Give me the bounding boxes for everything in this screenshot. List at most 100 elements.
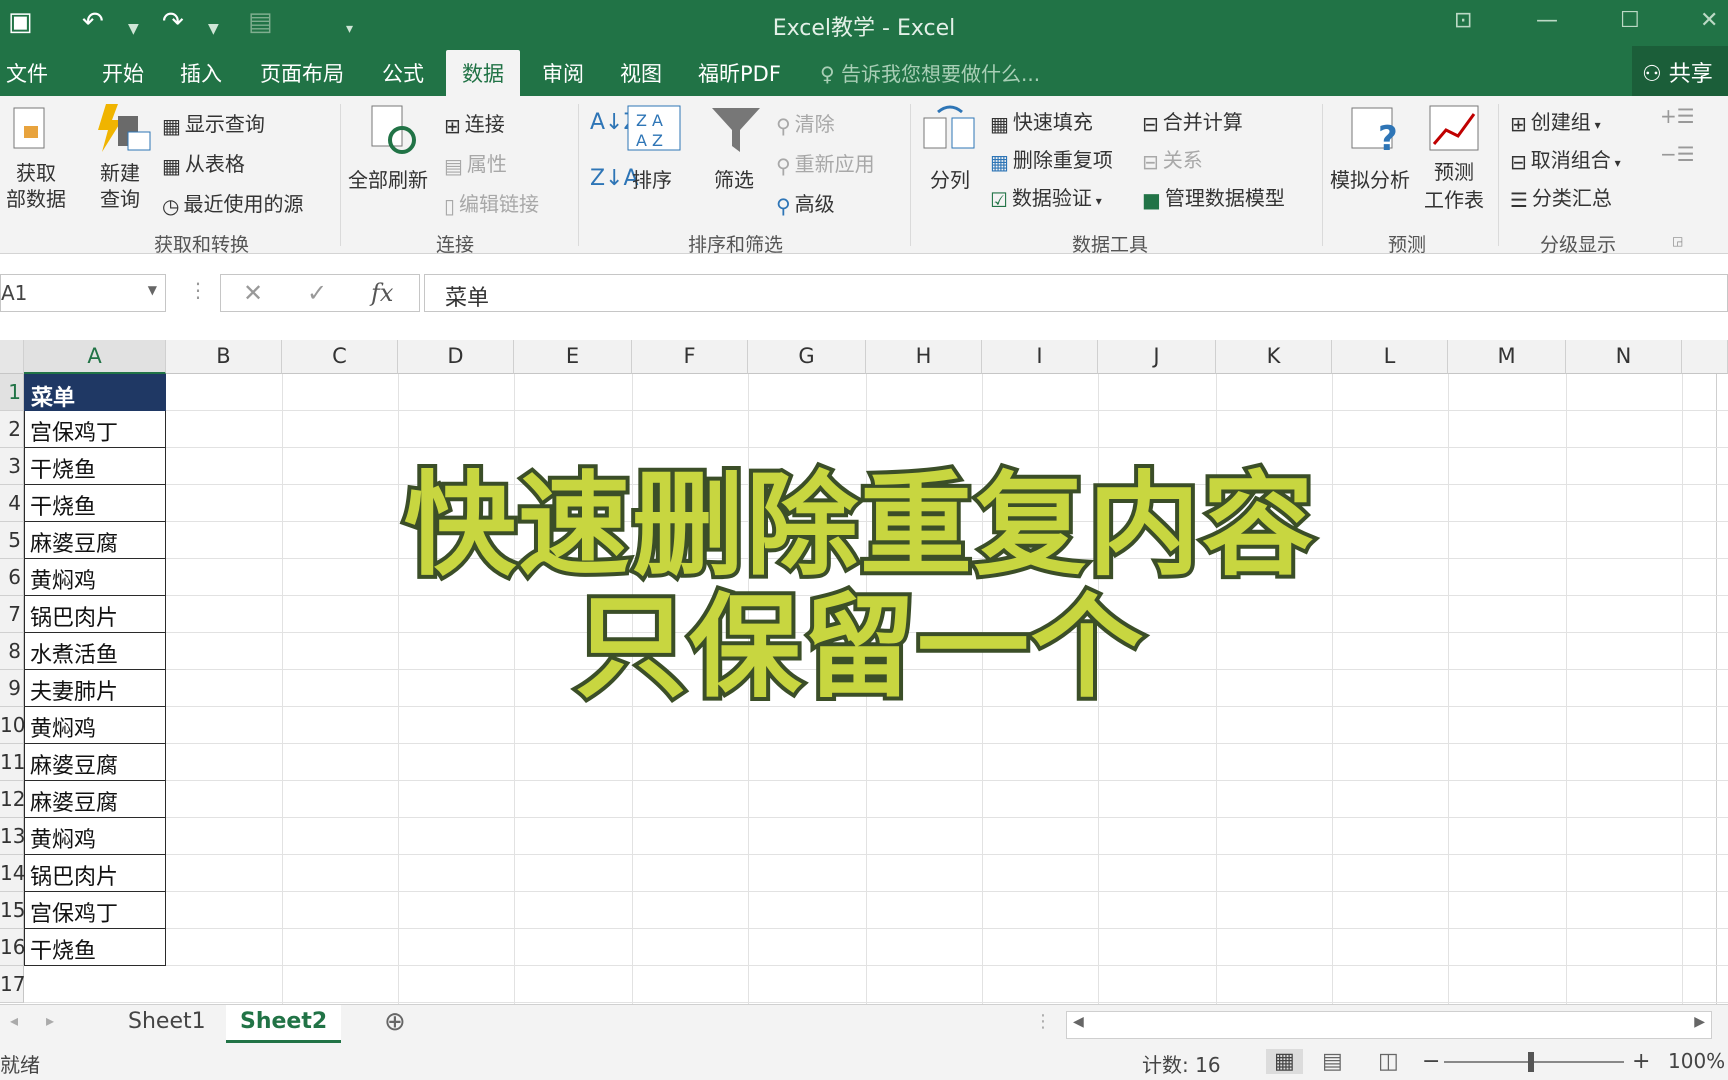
tab-data[interactable]: 数据 xyxy=(446,50,520,96)
splitter-grip-icon[interactable]: ⋮ xyxy=(1034,1011,1052,1032)
column-header-f[interactable]: F xyxy=(632,340,748,374)
name-box[interactable]: A1 ▼ xyxy=(0,274,166,312)
scroll-tabs-right-icon[interactable]: ▸ xyxy=(46,1011,54,1030)
reapply-button[interactable]: ⚲ 重新应用 xyxy=(776,148,875,178)
cell-a3[interactable]: 干烧鱼 xyxy=(24,448,166,485)
filter-button[interactable]: 筛选 xyxy=(714,164,754,193)
data-validation-button[interactable]: ☑ 数据验证 ▾ xyxy=(990,182,1102,212)
zoom-slider[interactable] xyxy=(1444,1061,1624,1063)
tab-page-layout[interactable]: 页面布局 xyxy=(260,58,344,88)
cell-a6[interactable]: 黄焖鸡 xyxy=(24,559,166,596)
cell-a4[interactable]: 干烧鱼 xyxy=(24,485,166,522)
cell-a13[interactable]: 黄焖鸡 xyxy=(24,818,166,855)
cell-a16[interactable]: 干烧鱼 xyxy=(24,929,166,966)
row-header-10[interactable]: 10 xyxy=(0,707,25,744)
cell-a11[interactable]: 麻婆豆腐 xyxy=(24,744,166,781)
tab-file[interactable]: 文件 xyxy=(6,58,48,88)
row-header-13[interactable]: 13 xyxy=(0,818,25,855)
tell-me-search[interactable]: ♀ 告诉我您想要做什么... xyxy=(820,58,1040,87)
column-header-n[interactable]: N xyxy=(1566,340,1682,374)
page-break-view-icon[interactable]: ◫ xyxy=(1378,1049,1399,1074)
cell-a15[interactable]: 宫保鸡丁 xyxy=(24,892,166,929)
subtotal-button[interactable]: ☰ 分类汇总 xyxy=(1510,182,1612,212)
share-button[interactable]: ⚇ 共享 xyxy=(1632,46,1728,96)
new-query-button[interactable]: 新建 查询 xyxy=(100,160,140,212)
zoom-out-icon[interactable]: − xyxy=(1422,1049,1440,1074)
row-header-3[interactable]: 3 xyxy=(0,448,24,485)
column-header-c[interactable]: C xyxy=(282,340,398,374)
sheet-tab-sheet2[interactable]: Sheet2 xyxy=(226,1005,342,1043)
worksheet-grid[interactable]: A B C D E F G H I J K L M N 1 2 3 4 5 6 … xyxy=(0,340,1728,1004)
row-header-6[interactable]: 6 xyxy=(0,559,24,596)
show-query-button[interactable]: ▦ 显示查询 xyxy=(162,108,265,138)
consolidate-button[interactable]: ⊟ 合并计算 xyxy=(1142,106,1243,136)
row-header-9[interactable]: 9 xyxy=(0,670,24,707)
row-header-11[interactable]: 11 xyxy=(0,744,25,781)
zoom-slider-thumb[interactable] xyxy=(1528,1052,1534,1072)
enter-icon[interactable]: ✓ xyxy=(307,279,327,307)
scroll-right-icon[interactable]: ▶ xyxy=(1694,1014,1705,1030)
ungroup-button[interactable]: ⊟ 取消组合 ▾ xyxy=(1510,144,1621,174)
properties-button[interactable]: ▤ 属性 xyxy=(444,148,507,178)
row-header-15[interactable]: 15 xyxy=(0,892,25,929)
sort-button[interactable]: 排序 xyxy=(632,164,672,193)
column-header-l[interactable]: L xyxy=(1332,340,1448,374)
row-header-5[interactable]: 5 xyxy=(0,522,24,559)
select-all-corner[interactable] xyxy=(0,340,24,374)
hide-detail-icon[interactable]: −☰ xyxy=(1660,142,1695,166)
get-data-button[interactable]: 获取 部数据 xyxy=(6,160,66,212)
column-header-e[interactable]: E xyxy=(514,340,632,374)
cell-a2[interactable]: 宫保鸡丁 xyxy=(24,411,166,448)
scroll-tabs-left-icon[interactable]: ◂ xyxy=(10,1011,18,1030)
sheet-tab-sheet1[interactable]: Sheet1 xyxy=(114,1005,220,1043)
page-layout-view-icon[interactable]: ▤ xyxy=(1322,1049,1343,1074)
tab-view[interactable]: 视图 xyxy=(620,58,662,88)
cell-a10[interactable]: 黄焖鸡 xyxy=(24,707,166,744)
connections-button[interactable]: ⊞ 连接 xyxy=(444,108,505,138)
row-header-17[interactable]: 17 xyxy=(0,966,25,1003)
row-header-7[interactable]: 7 xyxy=(0,596,24,633)
row-header-1[interactable]: 1 xyxy=(0,374,24,411)
maximize-icon[interactable]: ☐ xyxy=(1620,8,1640,33)
refresh-all-button[interactable]: 全部刷新 xyxy=(348,164,428,193)
cell-a7[interactable]: 锅巴肉片 xyxy=(24,596,166,633)
cell-a12[interactable]: 麻婆豆腐 xyxy=(24,781,166,818)
tab-insert[interactable]: 插入 xyxy=(180,58,222,88)
scroll-left-icon[interactable]: ◀ xyxy=(1073,1014,1084,1030)
normal-view-icon[interactable]: ▦ xyxy=(1266,1049,1303,1074)
row-header-4[interactable]: 4 xyxy=(0,485,24,522)
insert-function-icon[interactable]: fx xyxy=(371,279,393,307)
row-header-16[interactable]: 16 xyxy=(0,929,25,966)
column-header-j[interactable]: J xyxy=(1098,340,1216,374)
flash-fill-button[interactable]: ▦ 快速填充 xyxy=(990,106,1093,136)
formula-input[interactable]: 菜单 xyxy=(424,274,1728,312)
column-header-a[interactable]: A xyxy=(24,340,166,374)
tab-review[interactable]: 审阅 xyxy=(542,58,584,88)
zoom-in-icon[interactable]: + xyxy=(1632,1049,1650,1074)
cell-a5[interactable]: 麻婆豆腐 xyxy=(24,522,166,559)
cell-a8[interactable]: 水煮活鱼 xyxy=(24,633,166,670)
tab-formulas[interactable]: 公式 xyxy=(382,58,424,88)
horizontal-scrollbar[interactable]: ◀ ▶ xyxy=(1066,1011,1712,1039)
name-box-dropdown-icon[interactable]: ▼ xyxy=(148,283,157,297)
cell-a14[interactable]: 锅巴肉片 xyxy=(24,855,166,892)
zoom-level[interactable]: 100% xyxy=(1668,1049,1725,1073)
cell-a1-header[interactable]: 菜单 xyxy=(24,374,166,411)
recent-sources-button[interactable]: ◷ 最近使用的源 xyxy=(162,188,303,218)
column-header-b[interactable]: B xyxy=(166,340,282,374)
text-to-columns-button[interactable]: 分列 xyxy=(930,164,970,193)
add-sheet-icon[interactable]: ⊕ xyxy=(384,1007,406,1037)
group-button[interactable]: ⊞ 创建组 ▾ xyxy=(1510,106,1601,136)
column-header-k[interactable]: K xyxy=(1216,340,1332,374)
cancel-icon[interactable]: ✕ xyxy=(243,279,263,307)
show-detail-icon[interactable]: +☰ xyxy=(1660,104,1695,128)
column-header-h[interactable]: H xyxy=(866,340,982,374)
forecast-sheet-button[interactable]: 预测 工作表 xyxy=(1424,158,1484,214)
column-header-m[interactable]: M xyxy=(1448,340,1566,374)
relationships-button[interactable]: ⊟ 关系 xyxy=(1142,144,1203,174)
column-header-d[interactable]: D xyxy=(398,340,514,374)
row-header-8[interactable]: 8 xyxy=(0,633,24,670)
advanced-filter-button[interactable]: ⚲ 高级 xyxy=(776,188,835,218)
minimize-icon[interactable]: — xyxy=(1536,8,1558,33)
cell-a9[interactable]: 夫妻肺片 xyxy=(24,670,166,707)
